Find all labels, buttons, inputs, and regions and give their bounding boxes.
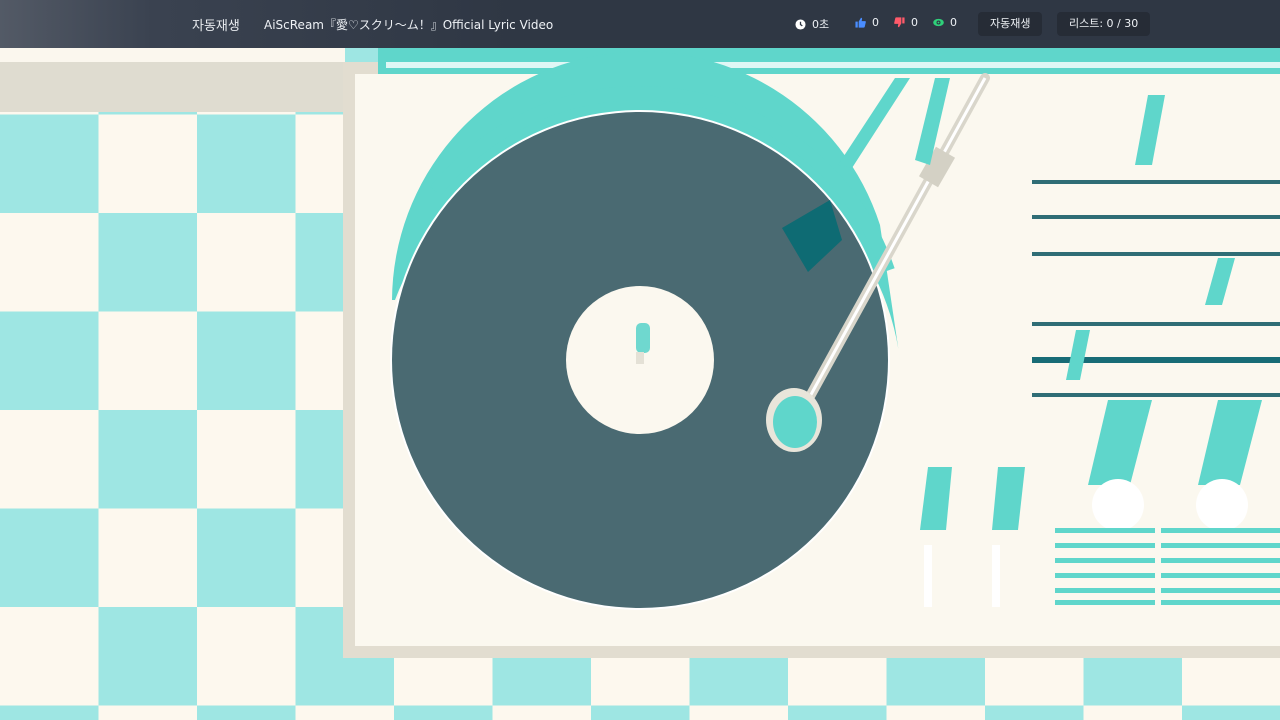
mixer-line-3 xyxy=(1032,252,1280,256)
thumbs-up-icon xyxy=(855,17,866,28)
arm-rest xyxy=(838,78,910,168)
mixer-line-2 xyxy=(1032,215,1280,219)
mixer-line-4 xyxy=(1032,322,1280,326)
time-display: 0초 xyxy=(795,16,829,32)
clock-icon xyxy=(795,18,806,30)
slider-left xyxy=(1088,400,1152,485)
fader-knob-2 xyxy=(1205,258,1235,305)
small-slider-1 xyxy=(920,467,952,530)
thumbs-down-icon xyxy=(894,17,905,28)
small-slider-track-1 xyxy=(924,545,932,607)
like-value: 0 xyxy=(872,16,879,29)
spindle xyxy=(636,323,650,353)
video-frame[interactable] xyxy=(0,0,1280,720)
time-value: 0초 xyxy=(812,18,830,31)
fader-knob-3 xyxy=(1066,330,1090,380)
video-title[interactable]: AiScReam『愛♡スクリ～ム！』Official Lyric Video xyxy=(264,16,553,33)
view-count: 0 xyxy=(933,16,957,29)
slider-right xyxy=(1198,400,1262,485)
video-info-bar: 자동재생 AiScReam『愛♡スクリ～ム！』Official Lyric Vi… xyxy=(0,0,1280,48)
autoplay-label: 자동재생 xyxy=(192,19,240,34)
turntable-illustration xyxy=(371,51,1280,624)
autoplay-button[interactable]: 자동재생 xyxy=(978,12,1043,36)
speaker-grille xyxy=(1055,525,1280,610)
small-slider-track-2 xyxy=(992,545,1000,607)
view-value: 0 xyxy=(950,16,957,29)
headshell xyxy=(773,396,817,448)
small-slider-2 xyxy=(992,467,1025,530)
mixer-line-6 xyxy=(1032,393,1280,397)
fader-knob-1 xyxy=(1135,95,1165,165)
slider-right-base xyxy=(1196,479,1248,531)
like-count[interactable]: 0 xyxy=(855,16,879,29)
slider-left-base xyxy=(1092,479,1144,531)
dislike-count[interactable]: 0 xyxy=(894,16,918,29)
mixer-line-5 xyxy=(1032,357,1280,363)
playlist-button[interactable]: 리스트: 0 / 30 xyxy=(1057,12,1151,36)
eye-icon xyxy=(933,18,944,27)
mixer-line-1 xyxy=(1032,180,1280,184)
spindle-base xyxy=(636,352,644,364)
dislike-value: 0 xyxy=(911,16,918,29)
